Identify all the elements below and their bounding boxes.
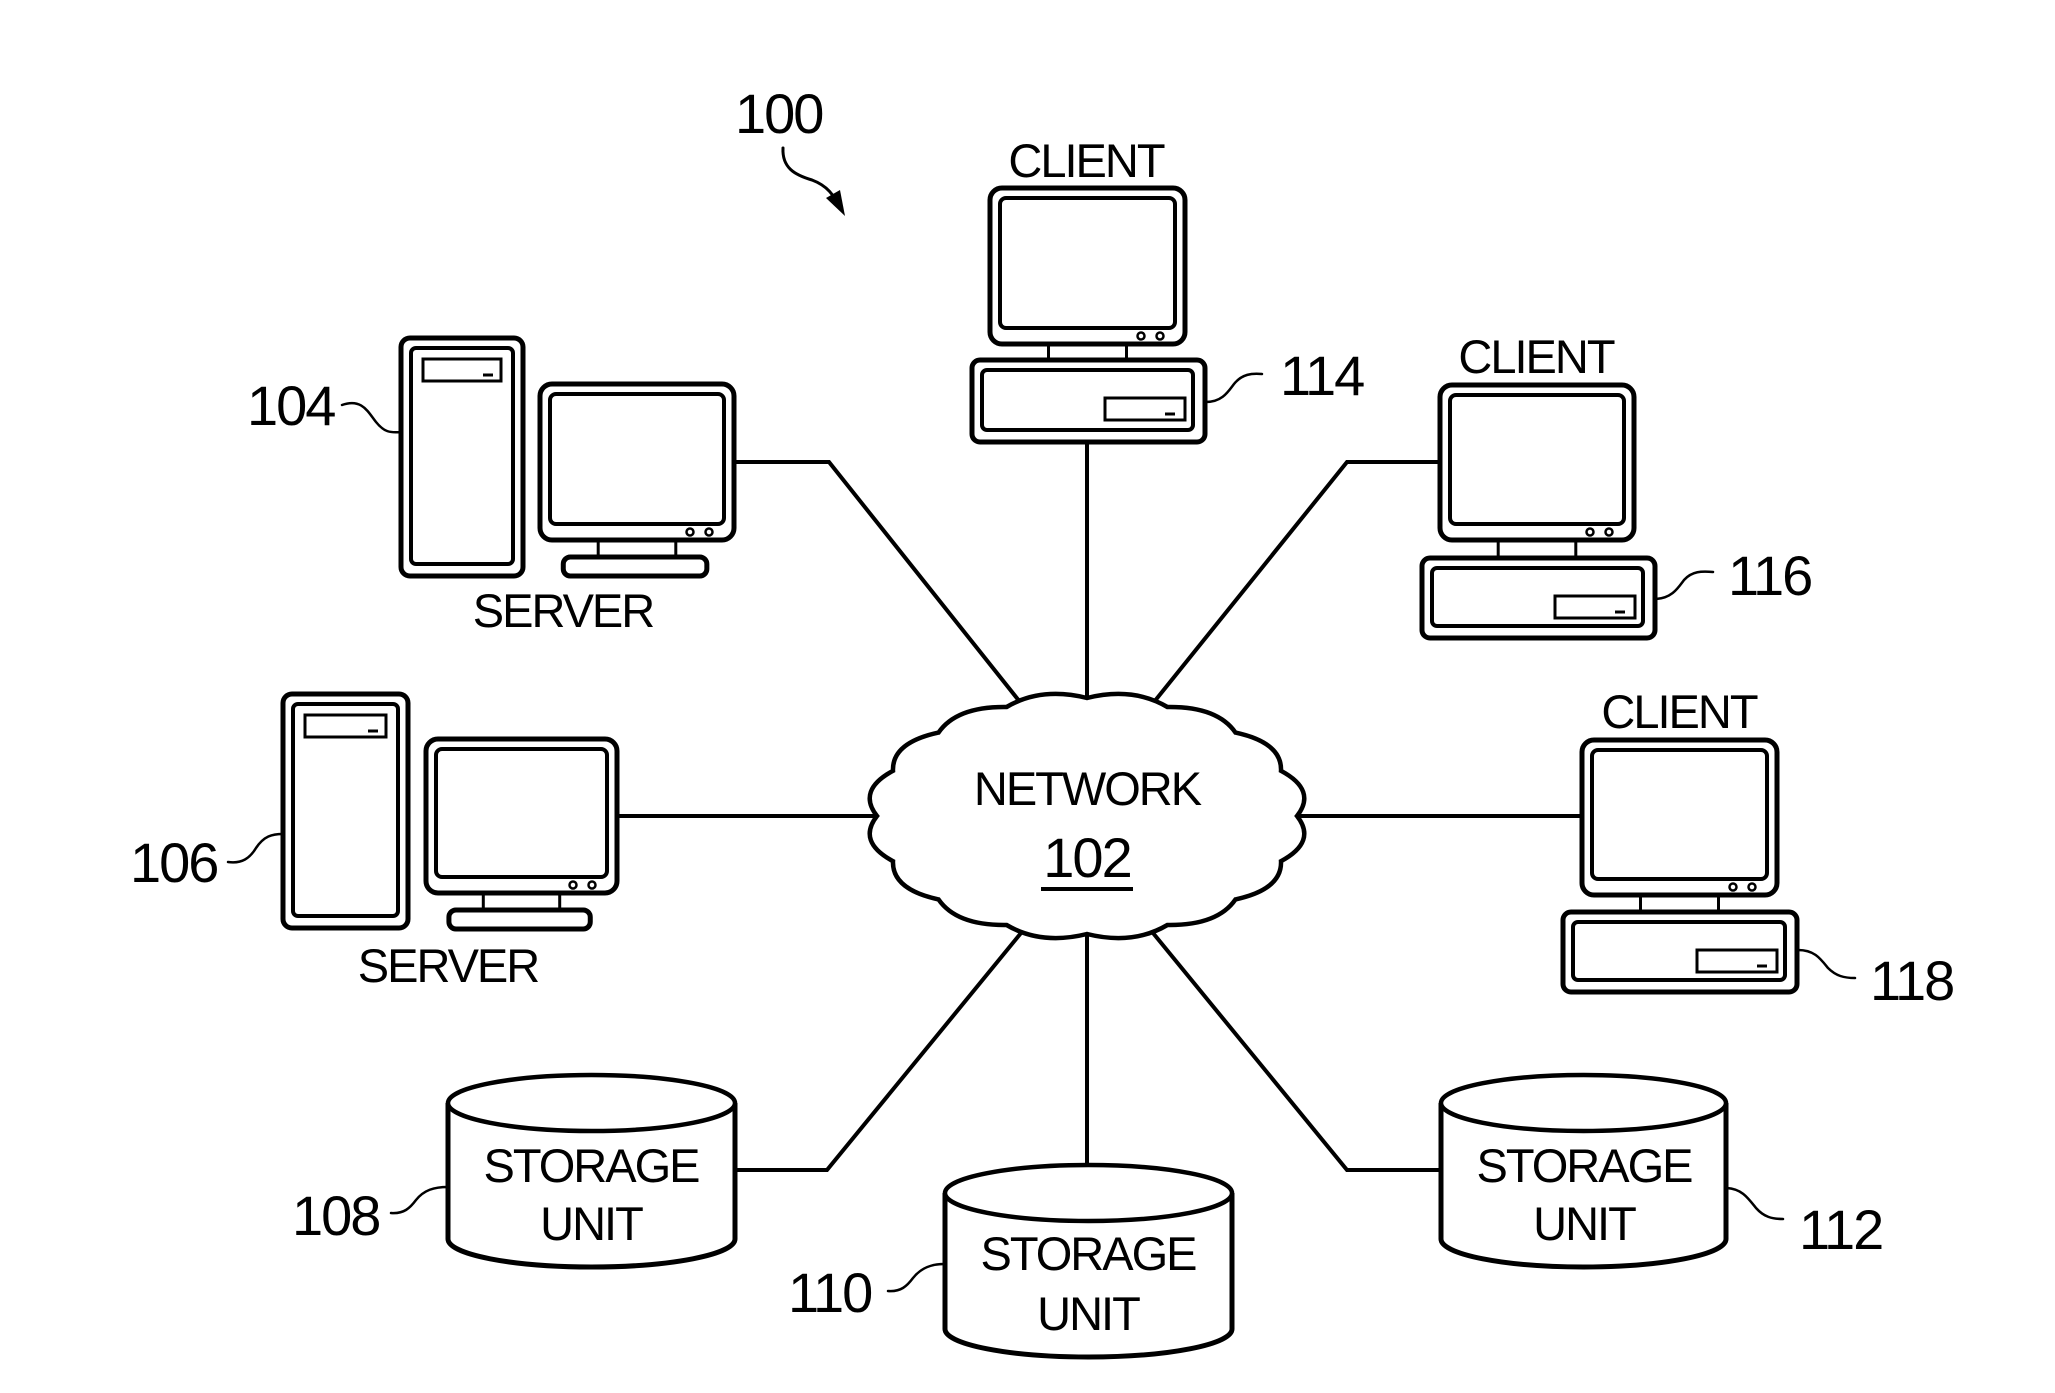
link-server-104 — [734, 460, 1022, 704]
client-118: CLIENT 118 — [1560, 685, 1955, 1012]
server-monitor-icon — [537, 381, 737, 579]
server-monitor-icon — [423, 736, 620, 932]
client-116: CLIENT 116 — [1419, 330, 1813, 641]
server-104: SERVER 104 — [247, 335, 737, 637]
storage-label-line1: STORAGE — [1477, 1139, 1693, 1192]
network-cloud: NETWORK 102 — [867, 691, 1307, 941]
power-button-icon — [1585, 527, 1595, 537]
server-label: SERVER — [473, 584, 653, 637]
reference-leader — [1204, 372, 1264, 404]
storage-reference: 112 — [1799, 1198, 1882, 1261]
client-desktop-unit-icon — [1560, 909, 1800, 995]
storage-108: STORAGE UNIT 108 — [292, 1072, 738, 1270]
monitor-screen — [1448, 393, 1626, 526]
client-monitor-icon — [1579, 737, 1780, 912]
link-storage-112 — [1151, 931, 1441, 1172]
storage-reference: 108 — [292, 1184, 379, 1247]
client-114: CLIENT 114 — [969, 134, 1366, 445]
figure-reference-number: 100 — [735, 82, 822, 145]
drive-bay-icon — [1695, 948, 1779, 974]
client-reference: 116 — [1728, 544, 1811, 607]
reference-leader — [886, 1262, 946, 1293]
monitor-screen — [998, 196, 1177, 330]
link-client-116 — [1152, 460, 1440, 704]
network-label: NETWORK — [974, 762, 1202, 815]
reference-leader — [340, 402, 403, 434]
storage-label-line2: UNIT — [1533, 1197, 1636, 1250]
monitor-base-plate — [560, 554, 710, 579]
network-reference: 102 — [1043, 826, 1130, 889]
server-reference: 106 — [130, 831, 217, 894]
server-label: SERVER — [358, 939, 538, 992]
drive-bay-icon — [303, 713, 388, 739]
power-button-icon — [1155, 331, 1165, 341]
power-button-icon — [568, 880, 578, 890]
client-monitor-icon — [987, 185, 1188, 361]
storage-label-line1: STORAGE — [484, 1139, 700, 1192]
client-desktop-unit-icon — [1419, 555, 1658, 641]
power-button-icon — [704, 527, 714, 537]
client-reference: 118 — [1870, 949, 1953, 1012]
network-diagram: 100 NETWORK 102 SERVER 104 SERVER 106 CL… — [130, 82, 1955, 1360]
client-desktop-unit-icon — [969, 357, 1208, 445]
server-106: SERVER 106 — [130, 691, 620, 992]
reference-leader — [226, 832, 285, 864]
storage-label-line2: UNIT — [1037, 1287, 1140, 1340]
client-label: CLIENT — [1458, 330, 1614, 383]
power-button-icon — [1136, 331, 1146, 341]
power-button-icon — [1604, 527, 1614, 537]
cylinder-top — [1438, 1072, 1729, 1134]
cylinder-top — [942, 1162, 1235, 1224]
storage-reference: 110 — [788, 1261, 871, 1324]
storage-label-line2: UNIT — [540, 1197, 643, 1250]
drive-bay-icon — [421, 357, 503, 383]
storage-112: STORAGE UNIT 112 — [1438, 1072, 1884, 1270]
cloud-icon — [867, 691, 1307, 941]
reference-leader — [1725, 1186, 1785, 1221]
server-reference: 104 — [247, 374, 335, 437]
monitor-base-plate — [446, 907, 593, 932]
reference-leader — [1796, 948, 1857, 980]
power-button-icon — [1728, 882, 1738, 892]
power-button-icon — [685, 527, 695, 537]
client-monitor-icon — [1437, 382, 1637, 557]
arrowhead-icon — [826, 190, 845, 216]
power-button-icon — [587, 880, 597, 890]
server-tower-icon — [398, 335, 526, 579]
monitor-screen — [1590, 748, 1769, 881]
monitor-screen — [548, 392, 726, 526]
cylinder-top — [445, 1072, 738, 1134]
figure-reference: 100 — [735, 82, 845, 216]
monitor-screen — [434, 747, 609, 879]
client-label: CLIENT — [1601, 685, 1757, 738]
drive-bay-icon — [1553, 594, 1637, 620]
reference-leader — [389, 1185, 450, 1215]
reference-leader — [1654, 570, 1715, 601]
power-button-icon — [1747, 882, 1757, 892]
client-label: CLIENT — [1008, 134, 1164, 187]
link-storage-108 — [734, 931, 1023, 1172]
storage-label-line1: STORAGE — [981, 1227, 1197, 1280]
drive-bay-icon — [1103, 396, 1187, 422]
client-reference: 114 — [1280, 344, 1364, 407]
server-tower-icon — [280, 691, 411, 931]
storage-110: STORAGE UNIT 110 — [788, 1162, 1235, 1360]
